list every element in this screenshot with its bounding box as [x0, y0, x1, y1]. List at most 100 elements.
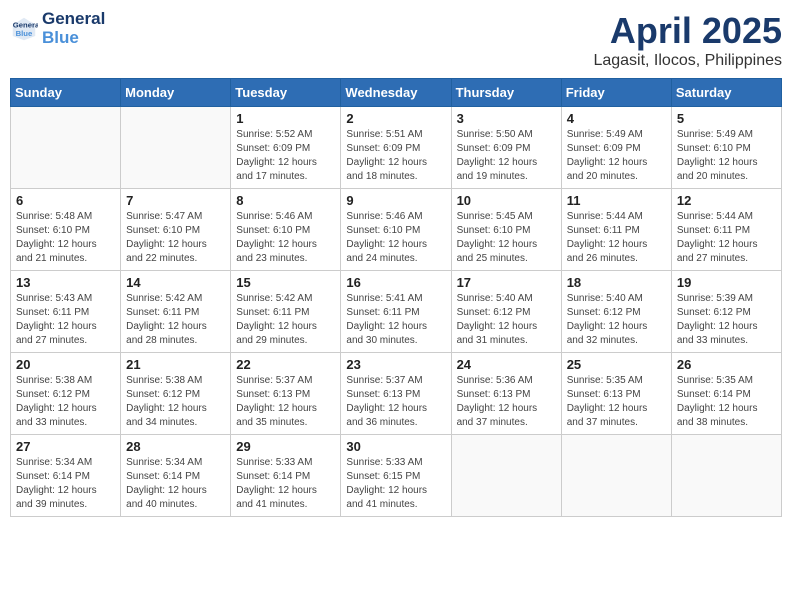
day-detail: Sunrise: 5:46 AMSunset: 6:10 PMDaylight:…: [346, 210, 445, 266]
day-detail: Sunrise: 5:37 AMSunset: 6:13 PMDaylight:…: [346, 374, 445, 430]
day-number: 20: [16, 357, 115, 372]
calendar-day-cell: 27 Sunrise: 5:34 AMSunset: 6:14 PMDayligh…: [11, 435, 121, 517]
weekday-header: Wednesday: [341, 79, 451, 107]
calendar-day-cell: 28Sunrise: 5:34 AMSunset: 6:14 PMDayligh…: [121, 435, 231, 517]
calendar-day-cell: [561, 435, 671, 517]
day-detail: Sunrise: 5:49 AMSunset: 6:10 PMDaylight:…: [677, 128, 776, 184]
day-detail: Sunrise: 5:42 AMSunset: 6:11 PMDaylight:…: [236, 292, 335, 348]
day-detail: Sunrise: 5:49 AMSunset: 6:09 PMDaylight:…: [567, 128, 666, 184]
day-detail: Sunrise: 5:47 AMSunset: 6:10 PMDaylight:…: [126, 210, 225, 266]
calendar-week-row: 27 Sunrise: 5:34 AMSunset: 6:14 PMDayligh…: [11, 435, 782, 517]
calendar-day-cell: [11, 107, 121, 189]
calendar-day-cell: 10Sunrise: 5:45 AMSunset: 6:10 PMDayligh…: [451, 189, 561, 271]
day-detail: Sunrise: 5:51 AMSunset: 6:09 PMDaylight:…: [346, 128, 445, 184]
day-detail: Sunrise: 5:38 AMSunset: 6:12 PMDaylight:…: [16, 374, 115, 430]
day-number: 3: [457, 111, 556, 126]
calendar-day-cell: 18 Sunrise: 5:40 AMSunset: 6:12 PMDayligh…: [561, 271, 671, 353]
calendar-day-cell: 2Sunrise: 5:51 AMSunset: 6:09 PMDaylight…: [341, 107, 451, 189]
calendar-week-row: 6 Sunrise: 5:48 AMSunset: 6:10 PMDaylight…: [11, 189, 782, 271]
logo-text-general: General: [42, 10, 105, 29]
logo-text-blue: Blue: [42, 29, 105, 48]
weekday-header: Monday: [121, 79, 231, 107]
day-number: 14: [126, 275, 225, 290]
day-detail: Sunrise: 5:42 AMSunset: 6:11 PMDaylight:…: [126, 292, 225, 348]
day-number: 4: [567, 111, 666, 126]
day-detail: Sunrise: 5:37 AMSunset: 6:13 PMDaylight:…: [236, 374, 335, 430]
day-number: 6: [16, 193, 115, 208]
day-detail: Sunrise: 5:44 AMSunset: 6:11 PMDaylight:…: [677, 210, 776, 266]
calendar-day-cell: 5 Sunrise: 5:49 AMSunset: 6:10 PMDaylight…: [671, 107, 781, 189]
weekday-header: Thursday: [451, 79, 561, 107]
day-number: 25: [567, 357, 666, 372]
title-area: April 2025 Lagasit, Ilocos, Philippines: [593, 10, 782, 70]
calendar-day-cell: 3Sunrise: 5:50 AMSunset: 6:09 PMDaylight…: [451, 107, 561, 189]
calendar-day-cell: 13 Sunrise: 5:43 AMSunset: 6:11 PMDayligh…: [11, 271, 121, 353]
page-header: General Blue General Blue April 2025 Lag…: [10, 10, 782, 70]
calendar-day-cell: 12 Sunrise: 5:44 AMSunset: 6:11 PMDayligh…: [671, 189, 781, 271]
calendar-day-cell: 25 Sunrise: 5:35 AMSunset: 6:13 PMDayligh…: [561, 353, 671, 435]
calendar-day-cell: [671, 435, 781, 517]
weekday-header: Tuesday: [231, 79, 341, 107]
calendar-week-row: 1 Sunrise: 5:52 AMSunset: 6:09 PMDaylight…: [11, 107, 782, 189]
calendar-day-cell: 29Sunrise: 5:33 AMSunset: 6:14 PMDayligh…: [231, 435, 341, 517]
day-number: 27: [16, 439, 115, 454]
calendar-week-row: 13 Sunrise: 5:43 AMSunset: 6:11 PMDayligh…: [11, 271, 782, 353]
day-detail: Sunrise: 5:41 AMSunset: 6:11 PMDaylight:…: [346, 292, 445, 348]
day-detail: Sunrise: 5:45 AMSunset: 6:10 PMDaylight:…: [457, 210, 556, 266]
day-number: 12: [677, 193, 776, 208]
calendar-day-cell: 19Sunrise: 5:39 AMSunset: 6:12 PMDayligh…: [671, 271, 781, 353]
day-number: 7: [126, 193, 225, 208]
day-detail: Sunrise: 5:35 AMSunset: 6:13 PMDaylight:…: [567, 374, 666, 430]
day-detail: Sunrise: 5:43 AMSunset: 6:11 PMDaylight:…: [16, 292, 115, 348]
day-detail: Sunrise: 5:48 AMSunset: 6:10 PMDaylight:…: [16, 210, 115, 266]
day-number: 9: [346, 193, 445, 208]
day-detail: Sunrise: 5:52 AMSunset: 6:09 PMDaylight:…: [236, 128, 335, 184]
day-number: 15: [236, 275, 335, 290]
calendar-header-row: SundayMondayTuesdayWednesdayThursdayFrid…: [11, 79, 782, 107]
day-number: 29: [236, 439, 335, 454]
weekday-header: Sunday: [11, 79, 121, 107]
calendar-day-cell: 1 Sunrise: 5:52 AMSunset: 6:09 PMDaylight…: [231, 107, 341, 189]
calendar-day-cell: [121, 107, 231, 189]
calendar-day-cell: 17Sunrise: 5:40 AMSunset: 6:12 PMDayligh…: [451, 271, 561, 353]
calendar-day-cell: [451, 435, 561, 517]
day-detail: Sunrise: 5:44 AMSunset: 6:11 PMDaylight:…: [567, 210, 666, 266]
day-detail: Sunrise: 5:40 AMSunset: 6:12 PMDaylight:…: [567, 292, 666, 348]
logo-icon: General Blue: [10, 15, 38, 43]
calendar-week-row: 20 Sunrise: 5:38 AMSunset: 6:12 PMDayligh…: [11, 353, 782, 435]
calendar-day-cell: 8 Sunrise: 5:46 AMSunset: 6:10 PMDaylight…: [231, 189, 341, 271]
day-number: 26: [677, 357, 776, 372]
calendar-day-cell: 30 Sunrise: 5:33 AMSunset: 6:15 PMDayligh…: [341, 435, 451, 517]
day-number: 13: [16, 275, 115, 290]
weekday-header: Friday: [561, 79, 671, 107]
day-number: 24: [457, 357, 556, 372]
calendar-table: SundayMondayTuesdayWednesdayThursdayFrid…: [10, 78, 782, 517]
day-detail: Sunrise: 5:35 AMSunset: 6:14 PMDaylight:…: [677, 374, 776, 430]
calendar-day-cell: 16Sunrise: 5:41 AMSunset: 6:11 PMDayligh…: [341, 271, 451, 353]
weekday-header: Saturday: [671, 79, 781, 107]
day-detail: Sunrise: 5:36 AMSunset: 6:13 PMDaylight:…: [457, 374, 556, 430]
day-number: 5: [677, 111, 776, 126]
calendar-day-cell: 20 Sunrise: 5:38 AMSunset: 6:12 PMDayligh…: [11, 353, 121, 435]
day-number: 21: [126, 357, 225, 372]
calendar-day-cell: 9 Sunrise: 5:46 AMSunset: 6:10 PMDaylight…: [341, 189, 451, 271]
day-detail: Sunrise: 5:33 AMSunset: 6:15 PMDaylight:…: [346, 456, 445, 512]
day-number: 18: [567, 275, 666, 290]
month-title: April 2025: [593, 10, 782, 52]
calendar-day-cell: 22 Sunrise: 5:37 AMSunset: 6:13 PMDayligh…: [231, 353, 341, 435]
day-number: 1: [236, 111, 335, 126]
calendar-day-cell: 26 Sunrise: 5:35 AMSunset: 6:14 PMDayligh…: [671, 353, 781, 435]
day-detail: Sunrise: 5:34 AMSunset: 6:14 PMDaylight:…: [16, 456, 115, 512]
calendar-day-cell: 15 Sunrise: 5:42 AMSunset: 6:11 PMDayligh…: [231, 271, 341, 353]
day-number: 30: [346, 439, 445, 454]
calendar-day-cell: 24 Sunrise: 5:36 AMSunset: 6:13 PMDayligh…: [451, 353, 561, 435]
calendar-day-cell: 6 Sunrise: 5:48 AMSunset: 6:10 PMDaylight…: [11, 189, 121, 271]
calendar-day-cell: 4 Sunrise: 5:49 AMSunset: 6:09 PMDaylight…: [561, 107, 671, 189]
calendar-day-cell: 7 Sunrise: 5:47 AMSunset: 6:10 PMDaylight…: [121, 189, 231, 271]
location-title: Lagasit, Ilocos, Philippines: [593, 52, 782, 70]
day-number: 22: [236, 357, 335, 372]
day-number: 8: [236, 193, 335, 208]
day-detail: Sunrise: 5:46 AMSunset: 6:10 PMDaylight:…: [236, 210, 335, 266]
day-detail: Sunrise: 5:34 AMSunset: 6:14 PMDaylight:…: [126, 456, 225, 512]
day-detail: Sunrise: 5:39 AMSunset: 6:12 PMDaylight:…: [677, 292, 776, 348]
